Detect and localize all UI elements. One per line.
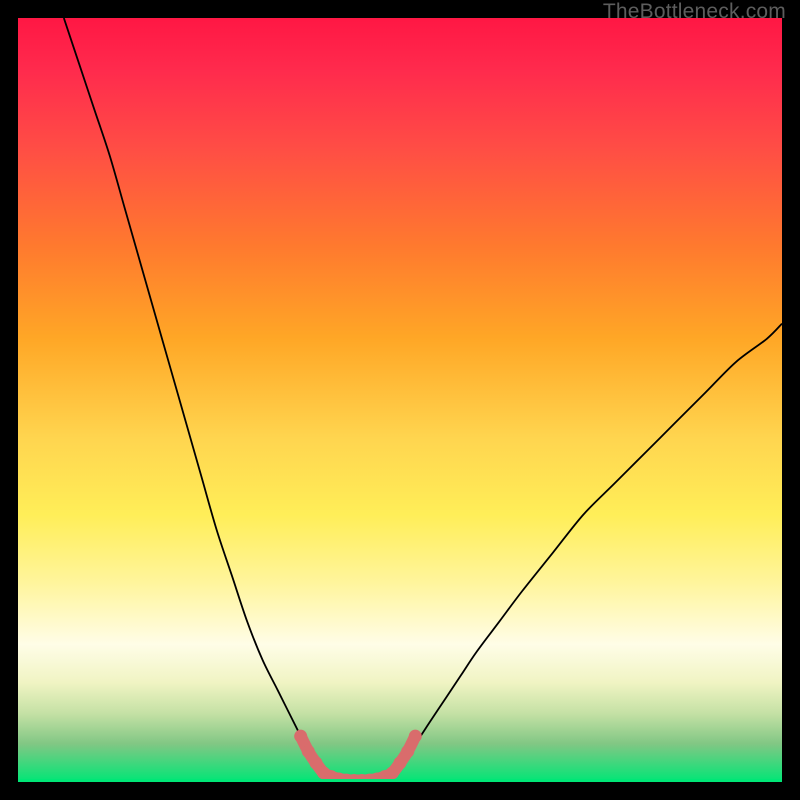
left-curve-line	[64, 18, 324, 773]
chart-svg	[18, 18, 782, 782]
watermark-text: TheBottleneck.com	[603, 0, 786, 24]
chart-frame: TheBottleneck.com	[0, 0, 800, 800]
marker-dot	[401, 745, 414, 758]
marker-dot	[409, 730, 422, 743]
marker-dot	[394, 756, 407, 769]
right-curve-line	[392, 324, 782, 773]
chart-plot-area	[18, 18, 782, 782]
marker-dot	[302, 745, 315, 758]
marker-dot	[294, 730, 307, 743]
baseline-indicator	[18, 779, 782, 782]
